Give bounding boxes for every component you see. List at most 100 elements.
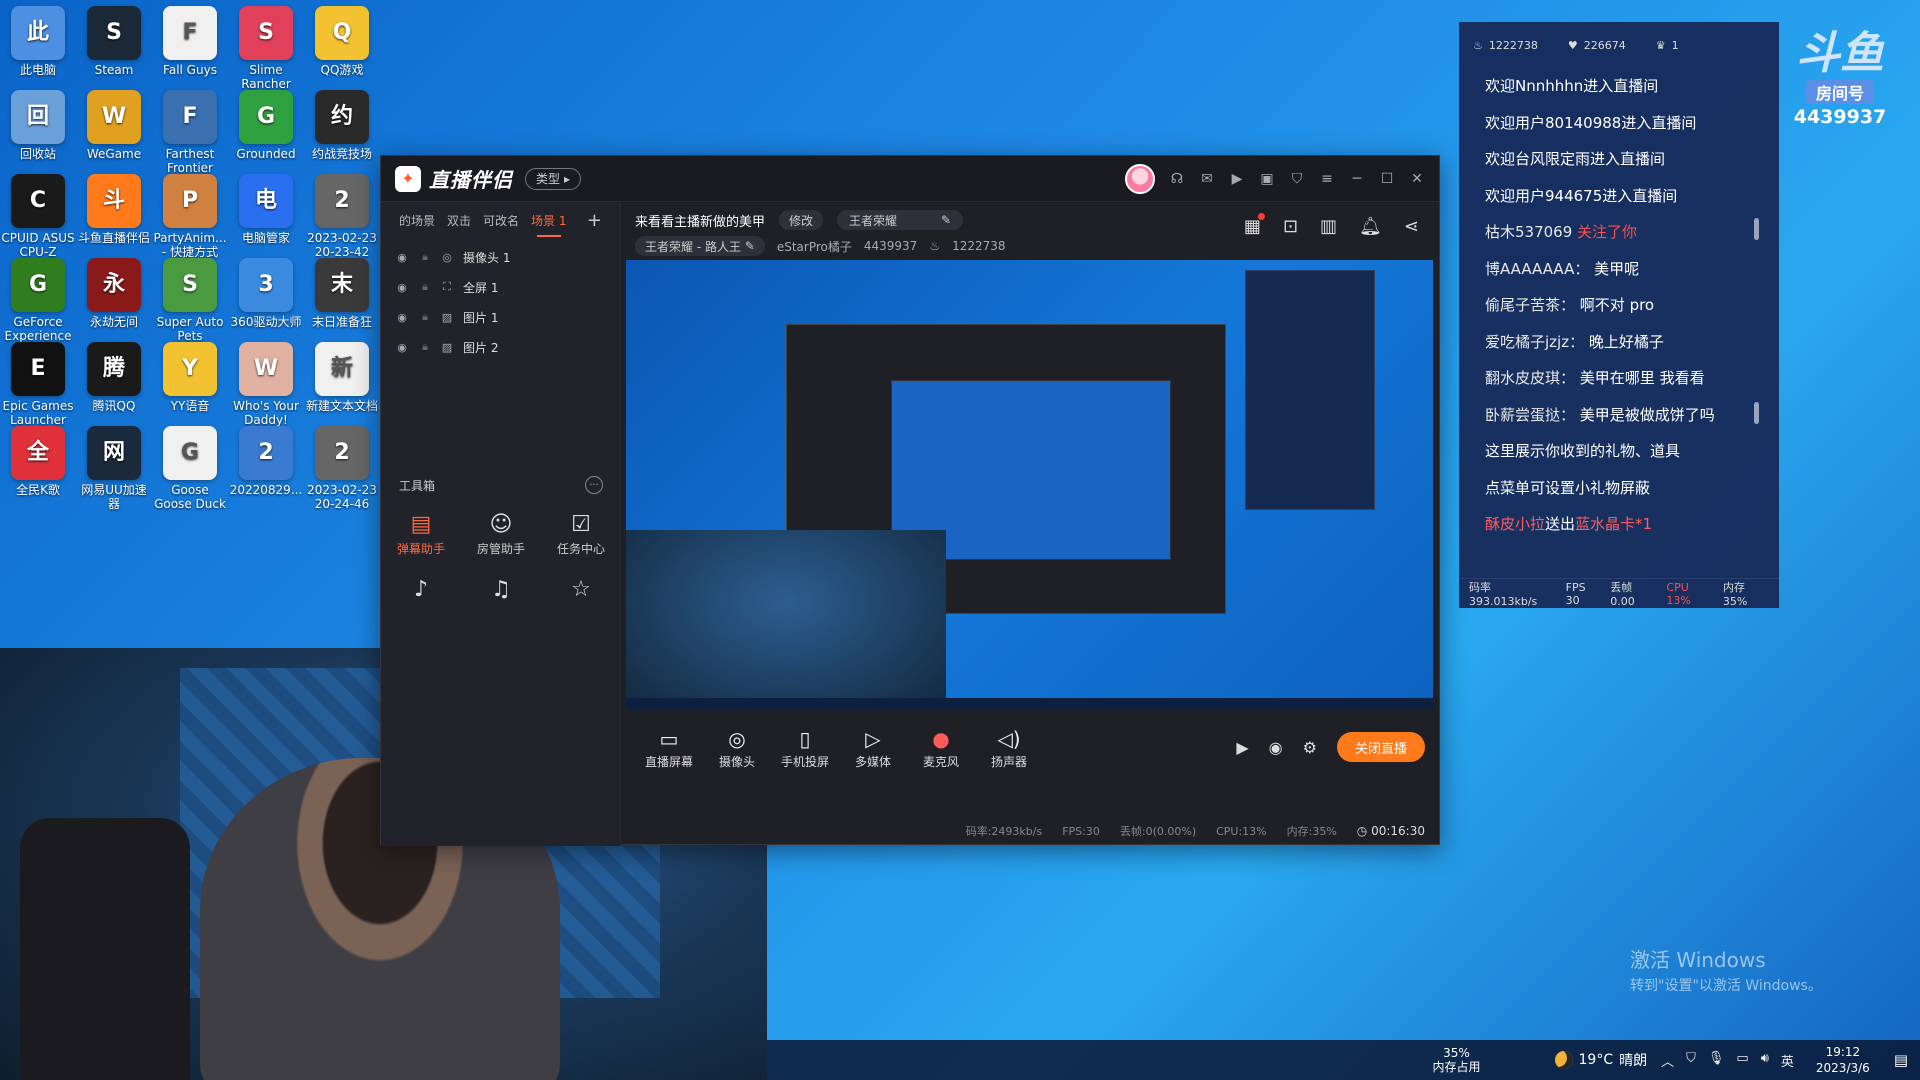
chat-scrollbar[interactable] — [1754, 402, 1759, 424]
desktop-icon[interactable]: 回回收站 — [0, 90, 76, 161]
minimize-icon[interactable]: ─ — [1349, 171, 1365, 187]
lock-icon[interactable]: 🔒︎ — [419, 340, 431, 354]
tool-pk[interactable]: ♪ — [381, 575, 461, 605]
desktop-icon[interactable]: 3 360驱动大师 — [228, 258, 304, 329]
shirt-icon[interactable]: ⛉ — [1289, 171, 1305, 187]
lock-icon[interactable]: 🔒︎ — [419, 280, 431, 294]
layout-icon[interactable]: ▥ — [1320, 216, 1337, 237]
chevron-up-icon[interactable]: ︿ — [1661, 1051, 1674, 1070]
tool-admin[interactable]: ☺ 房管助手 — [461, 510, 541, 557]
desktop-icon[interactable]: S Super Auto Pets — [152, 258, 228, 343]
scene-tab[interactable]: 的场景 — [399, 212, 435, 229]
source-item[interactable]: ◉ 🔒︎ ⛶ 全屏 1 — [381, 272, 620, 302]
video-icon: 2 — [315, 174, 369, 228]
desktop-icon[interactable]: 约约战竞技场 — [304, 90, 380, 161]
desktop-icon[interactable]: 全全民K歌 — [0, 426, 76, 497]
menu-icon[interactable]: ≡ — [1319, 171, 1335, 187]
maximize-icon[interactable]: ☐ — [1379, 171, 1395, 187]
eye-icon[interactable]: ◉ — [395, 251, 409, 264]
weather-widget[interactable]: 19°C 晴朗 — [1554, 1050, 1647, 1070]
desktop-icon[interactable]: 末末日准备狂 — [304, 258, 380, 329]
desktop-icon[interactable]: 2 2023-02-23 20-23-42 — [304, 174, 380, 259]
type-selector[interactable]: 类型 ▸ — [525, 167, 582, 190]
lock-icon[interactable]: 🔒︎ — [419, 250, 431, 264]
ime-indicator[interactable]: 英 — [1781, 1051, 1794, 1070]
tool-task[interactable]: ☑ 任务中心 — [541, 510, 621, 557]
desktop-icon[interactable]: 此此电脑 — [0, 6, 76, 77]
settings-gear-icon[interactable]: ⚙ — [1303, 738, 1317, 757]
lock-icon[interactable]: 🔒︎ — [419, 310, 431, 324]
desktop-icon[interactable]: C CPUID ASUS CPU-Z — [0, 174, 76, 259]
desktop-icon[interactable]: Y YY语音 — [152, 342, 228, 413]
desktop-icon[interactable]: P PartyAnim... - 快捷方式 — [152, 174, 228, 259]
camera-icon: ◎ — [728, 726, 746, 751]
desktop-icon[interactable]: G Grounded — [228, 90, 304, 161]
eye-icon[interactable]: ◉ — [395, 311, 409, 324]
desktop-icon[interactable]: W WeGame — [76, 90, 152, 161]
window-icon[interactable]: ▣ — [1259, 171, 1275, 187]
desktop-icon[interactable]: 新新建文本文档 — [304, 342, 380, 413]
desktop-icon[interactable]: G GeForce Experience — [0, 258, 76, 343]
network-icon[interactable]: ▭ — [1736, 1051, 1748, 1070]
steam-icon: S — [87, 6, 141, 60]
desktop-icon[interactable]: Q QQ游戏 — [304, 6, 380, 77]
desktop-icon[interactable]: S Slime Rancher — [228, 6, 304, 91]
category-pill[interactable]: 王者荣耀 - 路人王 ✎ — [635, 236, 765, 256]
record-icon[interactable]: ▶︎ — [1236, 738, 1248, 757]
control-phone-cast[interactable]: ▯ 手机投屏 — [771, 725, 839, 770]
more-icon[interactable]: ··· — [585, 476, 603, 494]
scene-tab[interactable]: 可改名 — [483, 212, 519, 229]
desktop-icon[interactable]: 网网易UU加速器 — [76, 426, 152, 511]
scene-tab-active[interactable]: 场景 1 — [531, 212, 567, 237]
control-camera[interactable]: ◎ 摄像头 — [703, 725, 771, 770]
close-icon[interactable]: ✕ — [1409, 171, 1425, 187]
desktop-icon[interactable]: 斗斗鱼直播伴侣 — [76, 174, 152, 245]
desktop-icon[interactable]: F Fall Guys — [152, 6, 228, 77]
desktop-icon[interactable]: 2 20220829... — [228, 426, 304, 497]
memory-widget[interactable]: 35% 内存占用 — [1432, 1046, 1480, 1074]
end-broadcast-button[interactable]: 关闭直播 — [1336, 732, 1425, 762]
share-icon[interactable]: ⋖ — [1404, 216, 1419, 237]
eye-icon[interactable]: ◉ — [395, 341, 409, 354]
source-item[interactable]: ◉ 🔒︎ ◎ 摄像头 1 — [381, 242, 620, 272]
bell-icon[interactable]: 🔔︎ — [1359, 216, 1382, 237]
user-avatar[interactable] — [1125, 163, 1155, 194]
footer-bitrate: 码率 393.013kb/s — [1469, 581, 1538, 608]
security-shield-icon[interactable]: ⛉ — [1686, 1051, 1696, 1070]
desktop-icon[interactable]: E Epic Games Launcher — [0, 342, 76, 427]
gift-icon[interactable]: ▦ — [1244, 213, 1265, 237]
desktop-icon[interactable]: W Who's Your Daddy! — [228, 342, 304, 427]
source-item[interactable]: ◉ 🔒︎ ▨ 图片 2 — [381, 332, 620, 362]
source-item[interactable]: ◉ 🔒︎ ▨ 图片 1 — [381, 302, 620, 332]
add-scene-icon[interactable]: + — [587, 210, 602, 231]
preview-eye-icon[interactable]: ◉ — [1269, 738, 1283, 757]
scene-tab[interactable]: 双击 — [447, 212, 471, 229]
mic-tray-icon[interactable]: 🎙︎ — [1708, 1051, 1725, 1070]
desktop-icon[interactable]: 永永劫无间 — [76, 258, 152, 329]
desktop-icon[interactable]: 2 2023-02-23 20-24-46 — [304, 426, 380, 511]
control-microphone[interactable]: ● 麦克风 — [907, 725, 975, 770]
edit-title-button[interactable]: 修改 — [779, 210, 824, 230]
tool-voice[interactable]: ♫ — [461, 575, 541, 605]
desktop-icon[interactable]: S Steam — [76, 6, 152, 77]
headset-icon[interactable]: ☊ — [1169, 171, 1185, 187]
chat-scrollbar[interactable] — [1754, 218, 1759, 240]
desktop-icon[interactable]: F Farthest Frontier — [152, 90, 228, 175]
video-icon[interactable]: ▶ — [1229, 171, 1245, 187]
tool-star[interactable]: ☆ — [541, 575, 621, 605]
control-speaker[interactable]: ◁) 扬声器 — [975, 725, 1043, 770]
notification-icon[interactable]: ▤ — [1894, 1051, 1908, 1069]
control-screen[interactable]: ▭ 直播屏幕 — [635, 725, 703, 770]
volume-icon[interactable]: 🔊︎ — [1761, 1051, 1769, 1070]
tool-danmu[interactable]: ▤ 弹幕助手 — [381, 510, 461, 557]
desktop-icon[interactable]: 电电脑管家 — [228, 174, 304, 245]
eye-icon[interactable]: ◉ — [395, 281, 409, 294]
control-media[interactable]: ▷ 多媒体 — [839, 725, 907, 770]
desktop-icon[interactable]: G Goose Goose Duck — [152, 426, 228, 511]
stream-preview[interactable] — [626, 260, 1433, 710]
unlock-icon[interactable]: ⊡ — [1283, 216, 1298, 237]
game-selector[interactable]: 王者荣耀 ✎ — [837, 210, 964, 230]
system-clock[interactable]: 19:12 2023/3/6 — [1816, 1044, 1870, 1076]
desktop-icon[interactable]: 腾腾讯QQ — [76, 342, 152, 413]
mail-icon[interactable]: ✉ — [1199, 171, 1215, 187]
